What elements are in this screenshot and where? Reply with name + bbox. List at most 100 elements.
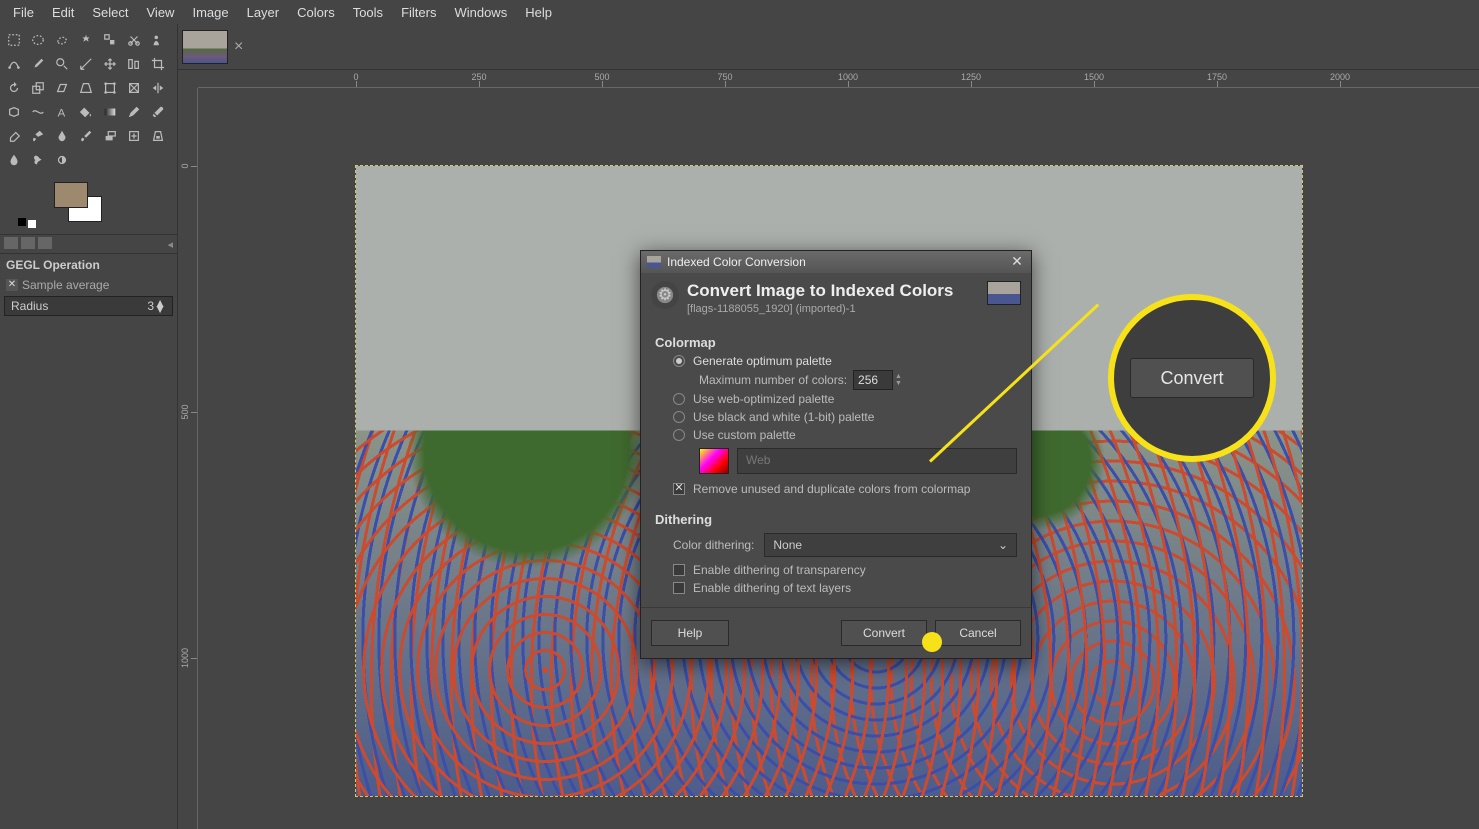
dock-menu-icon[interactable]: ◂ <box>167 238 173 251</box>
clone-tool-icon[interactable] <box>99 125 121 147</box>
checkbox-label: Enable dithering of text layers <box>693 581 851 595</box>
crop-tool-icon[interactable] <box>147 53 169 75</box>
scissors-tool-icon[interactable] <box>123 29 145 51</box>
max-colors-spinner-icon[interactable]: ▲▼ <box>895 373 902 387</box>
color-picker-tool-icon[interactable] <box>27 53 49 75</box>
callout-zoom: Convert <box>1108 294 1276 462</box>
radius-value: 3 <box>147 299 154 313</box>
radio-label: Use custom palette <box>693 428 796 442</box>
dither-text-checkbox[interactable]: Enable dithering of text layers <box>655 579 1017 597</box>
scale-tool-icon[interactable] <box>27 77 49 99</box>
dithering-section: Dithering Color dithering: None ⌄ Enable… <box>641 502 1031 601</box>
gradient-tool-icon[interactable] <box>99 101 121 123</box>
indexed-color-dialog: Indexed Color Conversion ✕ ⚙ Convert Ima… <box>640 250 1032 659</box>
menu-select[interactable]: Select <box>83 2 137 23</box>
ruler-v-label: 0 <box>180 163 190 168</box>
menu-windows[interactable]: Windows <box>445 2 516 23</box>
dodge-tool-icon[interactable] <box>51 149 73 171</box>
foreground-color-icon[interactable] <box>54 182 88 208</box>
align-tool-icon[interactable] <box>123 53 145 75</box>
perspective-tool-icon[interactable] <box>75 77 97 99</box>
dock-tab-icon[interactable] <box>21 237 35 249</box>
flip-tool-icon[interactable] <box>147 77 169 99</box>
pencil-tool-icon[interactable] <box>123 101 145 123</box>
menu-edit[interactable]: Edit <box>43 2 83 23</box>
rect-select-tool-icon[interactable] <box>3 29 25 51</box>
close-icon: ✕ <box>6 279 18 291</box>
rotate-tool-icon[interactable] <box>3 77 25 99</box>
convert-button[interactable]: Convert <box>841 620 927 646</box>
sample-average-toggle[interactable]: ✕ Sample average <box>0 276 177 294</box>
menu-view[interactable]: View <box>138 2 184 23</box>
color-swatches[interactable] <box>54 182 114 230</box>
radio-web-optimized[interactable]: Use web-optimized palette <box>655 390 1017 408</box>
blur-tool-icon[interactable] <box>3 149 25 171</box>
image-tab-thumbnail[interactable] <box>182 30 228 64</box>
radius-input[interactable]: Radius 3 ▲▼ <box>4 296 173 316</box>
eraser-tool-icon[interactable] <box>3 125 25 147</box>
free-select-tool-icon[interactable] <box>51 29 73 51</box>
ink-tool-icon[interactable] <box>51 125 73 147</box>
dialog-subtitle: [flags-1188055_1920] (imported)-1 <box>687 303 953 315</box>
palette-preview-icon[interactable] <box>699 448 729 474</box>
tab-close-icon[interactable]: × <box>234 38 243 56</box>
ellipse-select-tool-icon[interactable] <box>27 29 49 51</box>
dock-tabs: ◂ <box>0 234 177 254</box>
remove-unused-checkbox[interactable]: Remove unused and duplicate colors from … <box>655 480 1017 498</box>
checkbox-icon <box>673 582 685 594</box>
zoom-tool-icon[interactable] <box>51 53 73 75</box>
heal-tool-icon[interactable] <box>123 125 145 147</box>
dock-tab-icon[interactable] <box>38 237 52 249</box>
shear-tool-icon[interactable] <box>51 77 73 99</box>
default-colors-icon[interactable] <box>18 218 34 230</box>
cage-tool-icon[interactable] <box>3 101 25 123</box>
color-dithering-dropdown[interactable]: None ⌄ <box>764 533 1017 557</box>
radius-spinner-icon[interactable]: ▲▼ <box>154 300 166 312</box>
text-tool-icon[interactable]: A <box>51 101 73 123</box>
checkbox-label: Enable dithering of transparency <box>693 563 866 577</box>
color-dithering-row: Color dithering: None ⌄ <box>655 529 1017 561</box>
menubar: File Edit Select View Image Layer Colors… <box>0 0 1479 24</box>
perspective-clone-tool-icon[interactable] <box>147 125 169 147</box>
dialog-heading: Convert Image to Indexed Colors <box>687 281 953 301</box>
dialog-titlebar[interactable]: Indexed Color Conversion ✕ <box>641 251 1031 273</box>
bucket-fill-tool-icon[interactable] <box>75 101 97 123</box>
menu-tools[interactable]: Tools <box>344 2 392 23</box>
help-button[interactable]: Help <box>651 620 729 646</box>
airbrush-tool-icon[interactable] <box>27 125 49 147</box>
custom-palette-row: Web <box>655 444 1017 480</box>
max-colors-input[interactable]: 256 <box>853 370 893 390</box>
smudge-tool-icon[interactable] <box>27 149 49 171</box>
warp-tool-icon[interactable] <box>27 101 49 123</box>
menu-filters[interactable]: Filters <box>392 2 445 23</box>
mypaint-brush-tool-icon[interactable] <box>75 125 97 147</box>
vertical-ruler: 05001000 <box>178 88 198 829</box>
measure-tool-icon[interactable] <box>75 53 97 75</box>
menu-help[interactable]: Help <box>516 2 561 23</box>
dithering-heading: Dithering <box>655 512 1017 527</box>
checkbox-icon <box>673 564 685 576</box>
max-colors-value: 256 <box>858 373 878 387</box>
colormap-heading: Colormap <box>655 335 1017 350</box>
fuzzy-select-tool-icon[interactable] <box>75 29 97 51</box>
menu-colors[interactable]: Colors <box>288 2 344 23</box>
menu-layer[interactable]: Layer <box>238 2 289 23</box>
palette-name-field[interactable]: Web <box>737 448 1017 474</box>
radio-generate-optimum[interactable]: Generate optimum palette <box>655 352 1017 370</box>
cancel-button[interactable]: Cancel <box>935 620 1021 646</box>
dialog-close-icon[interactable]: ✕ <box>1009 254 1025 270</box>
radio-black-white[interactable]: Use black and white (1-bit) palette <box>655 408 1017 426</box>
ruler-v-label: 500 <box>180 404 190 419</box>
handle-transform-tool-icon[interactable] <box>123 77 145 99</box>
dialog-thumbnail <box>987 281 1021 305</box>
color-select-tool-icon[interactable] <box>99 29 121 51</box>
paths-tool-icon[interactable] <box>3 53 25 75</box>
move-tool-icon[interactable] <box>99 53 121 75</box>
unified-transform-tool-icon[interactable] <box>99 77 121 99</box>
paintbrush-tool-icon[interactable] <box>147 101 169 123</box>
dock-tab-icon[interactable] <box>4 237 18 249</box>
menu-file[interactable]: File <box>4 2 43 23</box>
dither-transparency-checkbox[interactable]: Enable dithering of transparency <box>655 561 1017 579</box>
menu-image[interactable]: Image <box>183 2 237 23</box>
foreground-select-tool-icon[interactable] <box>147 29 169 51</box>
